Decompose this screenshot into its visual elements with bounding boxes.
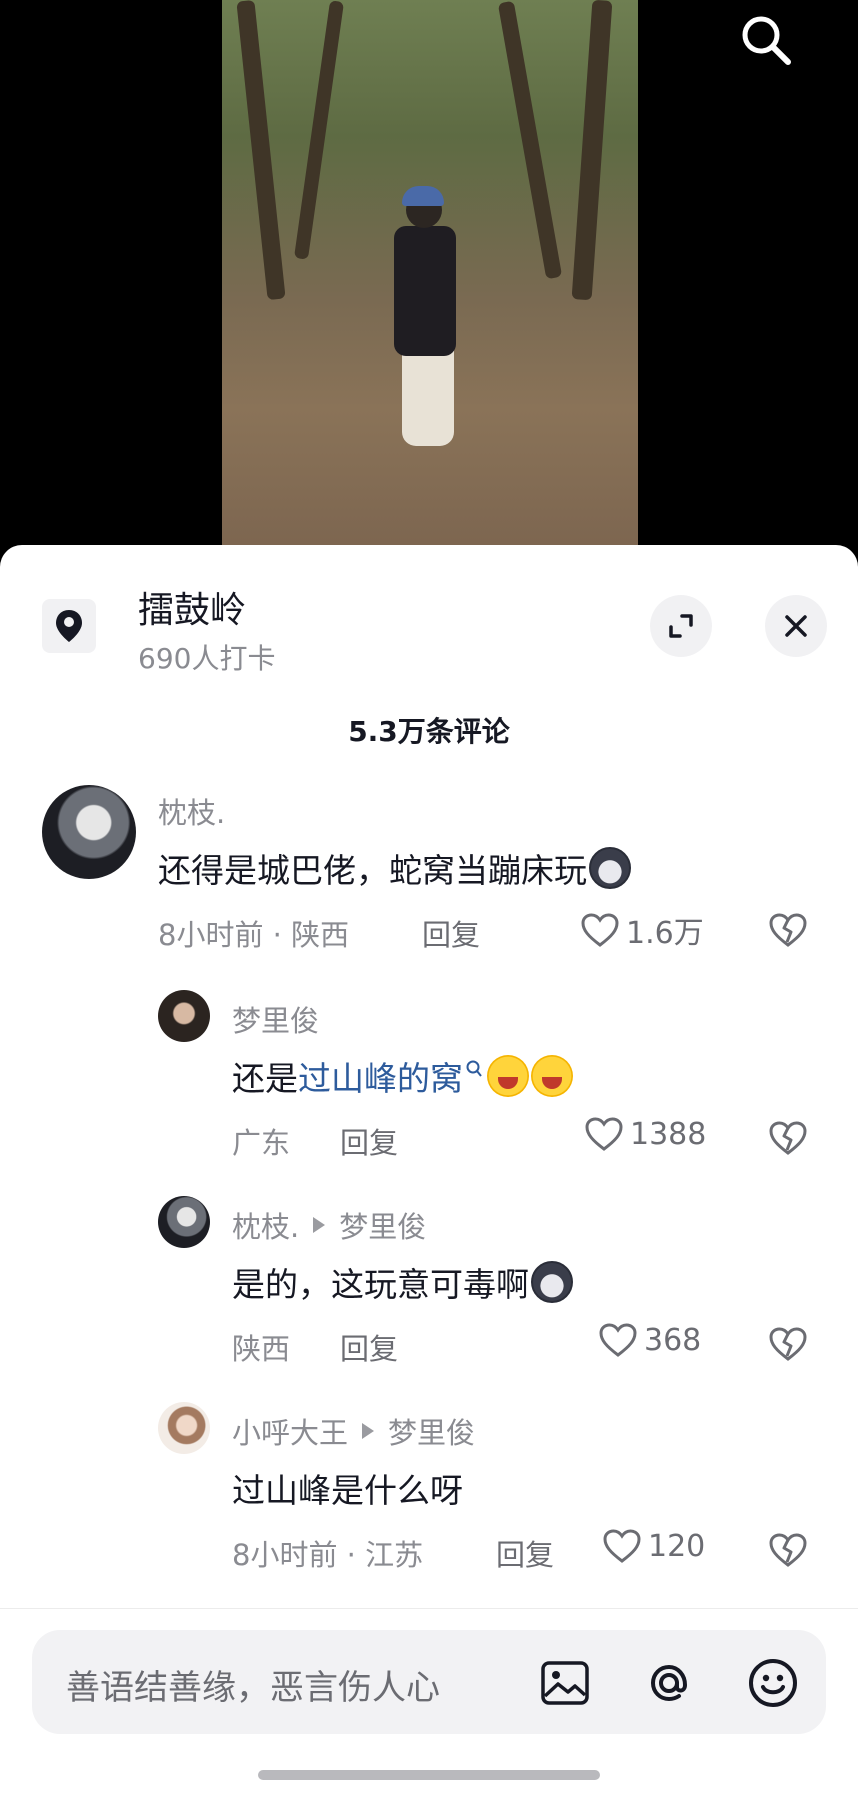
search-icon xyxy=(742,16,791,65)
video-area[interactable] xyxy=(0,0,858,560)
person-figure xyxy=(394,226,456,356)
broken-heart-icon xyxy=(769,1121,807,1155)
like-count: 1388 xyxy=(630,1116,707,1152)
reply-arrow-icon xyxy=(362,1423,375,1439)
like-count: 1.6万 xyxy=(626,916,704,951)
dislike-button[interactable] xyxy=(768,912,808,952)
reply-arrow-icon xyxy=(313,1217,326,1233)
search-button[interactable] xyxy=(736,10,796,70)
comment-meta: 8小时前 · 江苏 xyxy=(232,1538,424,1572)
like-count: 368 xyxy=(644,1322,702,1358)
home-indicator[interactable] xyxy=(258,1770,600,1780)
close-icon xyxy=(785,615,807,637)
wolf-emoji xyxy=(589,847,631,889)
reply-to-user[interactable]: 梦里俊 xyxy=(339,1204,426,1246)
like-button[interactable]: 1.6万 xyxy=(580,908,704,952)
comment-text-prefix: 还是 xyxy=(232,1059,298,1098)
reply-button[interactable]: 回复 xyxy=(340,1120,398,1162)
avatar[interactable] xyxy=(42,785,136,879)
heart-icon xyxy=(581,913,619,947)
location-icon-box[interactable] xyxy=(42,599,96,653)
comment-text[interactable]: 还是 过山峰的窝 xyxy=(232,1052,573,1100)
location-checkin-count: 690人打卡 xyxy=(138,642,276,675)
comment-author[interactable]: 梦里俊 xyxy=(232,998,319,1040)
laugh-cry-emoji xyxy=(531,1055,573,1097)
person-figure xyxy=(402,346,454,446)
comment-count: 5.3万条评论 xyxy=(348,715,510,748)
reply-button[interactable]: 回复 xyxy=(422,912,480,954)
comment-author[interactable]: 枕枝. xyxy=(232,1204,299,1246)
reply-to-user[interactable]: 梦里俊 xyxy=(388,1410,475,1452)
comment-author[interactable]: 小呼大王 xyxy=(232,1410,348,1452)
location-pin-icon xyxy=(56,610,82,642)
person-figure xyxy=(402,186,444,206)
reply-button[interactable]: 回复 xyxy=(340,1326,398,1368)
image-icon xyxy=(541,1661,589,1705)
close-button[interactable] xyxy=(765,595,827,657)
comment-input-placeholder[interactable]: 善语结善缘，恶言伤人心 xyxy=(66,1660,440,1709)
broken-heart-icon xyxy=(769,1533,807,1567)
comment-author[interactable]: 枕枝. xyxy=(158,790,225,832)
search-icon[interactable] xyxy=(465,1059,483,1079)
image-button[interactable] xyxy=(538,1656,592,1710)
tree-trunk xyxy=(571,0,613,301)
tree-trunk xyxy=(236,0,286,301)
comment-text[interactable]: 是的，这玩意可毒啊 xyxy=(232,1258,573,1306)
at-icon xyxy=(650,1664,688,1702)
laugh-cry-emoji xyxy=(487,1055,529,1097)
comment-text[interactable]: 还得是城巴佬，蛇窝当蹦床玩 xyxy=(158,844,631,892)
tree-trunk xyxy=(497,0,563,280)
comment-text-content: 还得是城巴佬，蛇窝当蹦床玩 xyxy=(158,851,587,890)
heart-icon xyxy=(603,1529,641,1563)
broken-heart-icon xyxy=(769,1327,807,1361)
dislike-button[interactable] xyxy=(768,1120,808,1160)
avatar[interactable] xyxy=(158,1196,210,1248)
heart-icon xyxy=(599,1323,637,1357)
video-frame[interactable] xyxy=(222,0,638,545)
heart-icon xyxy=(585,1117,623,1151)
divider xyxy=(0,1608,858,1609)
avatar[interactable] xyxy=(158,990,210,1042)
like-count: 120 xyxy=(648,1528,706,1564)
expand-icon xyxy=(669,614,693,638)
comment-text[interactable]: 过山峰是什么呀 xyxy=(232,1464,463,1512)
emoji-button[interactable] xyxy=(746,1656,800,1710)
comment-author-line: 枕枝. 梦里俊 xyxy=(232,1204,426,1246)
smiley-icon xyxy=(749,1659,797,1707)
comment-meta: 陕西 xyxy=(232,1332,291,1366)
location-title[interactable]: 擂鼓岭 xyxy=(138,581,246,633)
comment-author-line: 小呼大王 梦里俊 xyxy=(232,1410,475,1452)
reply-button[interactable]: 回复 xyxy=(496,1532,554,1574)
comment-text-content: 是的，这玩意可毒啊 xyxy=(232,1265,529,1304)
like-button[interactable]: 368 xyxy=(598,1322,701,1358)
comment-meta: 广东 xyxy=(232,1126,291,1160)
wolf-emoji xyxy=(531,1261,573,1303)
dislike-button[interactable] xyxy=(768,1532,808,1572)
comment-sheet: 擂鼓岭 690人打卡 5.3万条评论 xyxy=(0,545,858,1799)
comment-meta: 8小时前 · 陕西 xyxy=(158,918,350,952)
tree-trunk xyxy=(293,0,345,260)
like-button[interactable]: 120 xyxy=(602,1528,705,1564)
search-link[interactable]: 过山峰的窝 xyxy=(298,1052,463,1100)
comment-text-content: 过山峰是什么呀 xyxy=(232,1471,463,1510)
dislike-button[interactable] xyxy=(768,1326,808,1366)
like-button[interactable]: 1388 xyxy=(584,1116,706,1152)
broken-heart-icon xyxy=(769,913,807,947)
mention-button[interactable] xyxy=(642,1656,696,1710)
expand-button[interactable] xyxy=(650,595,712,657)
avatar[interactable] xyxy=(158,1402,210,1454)
